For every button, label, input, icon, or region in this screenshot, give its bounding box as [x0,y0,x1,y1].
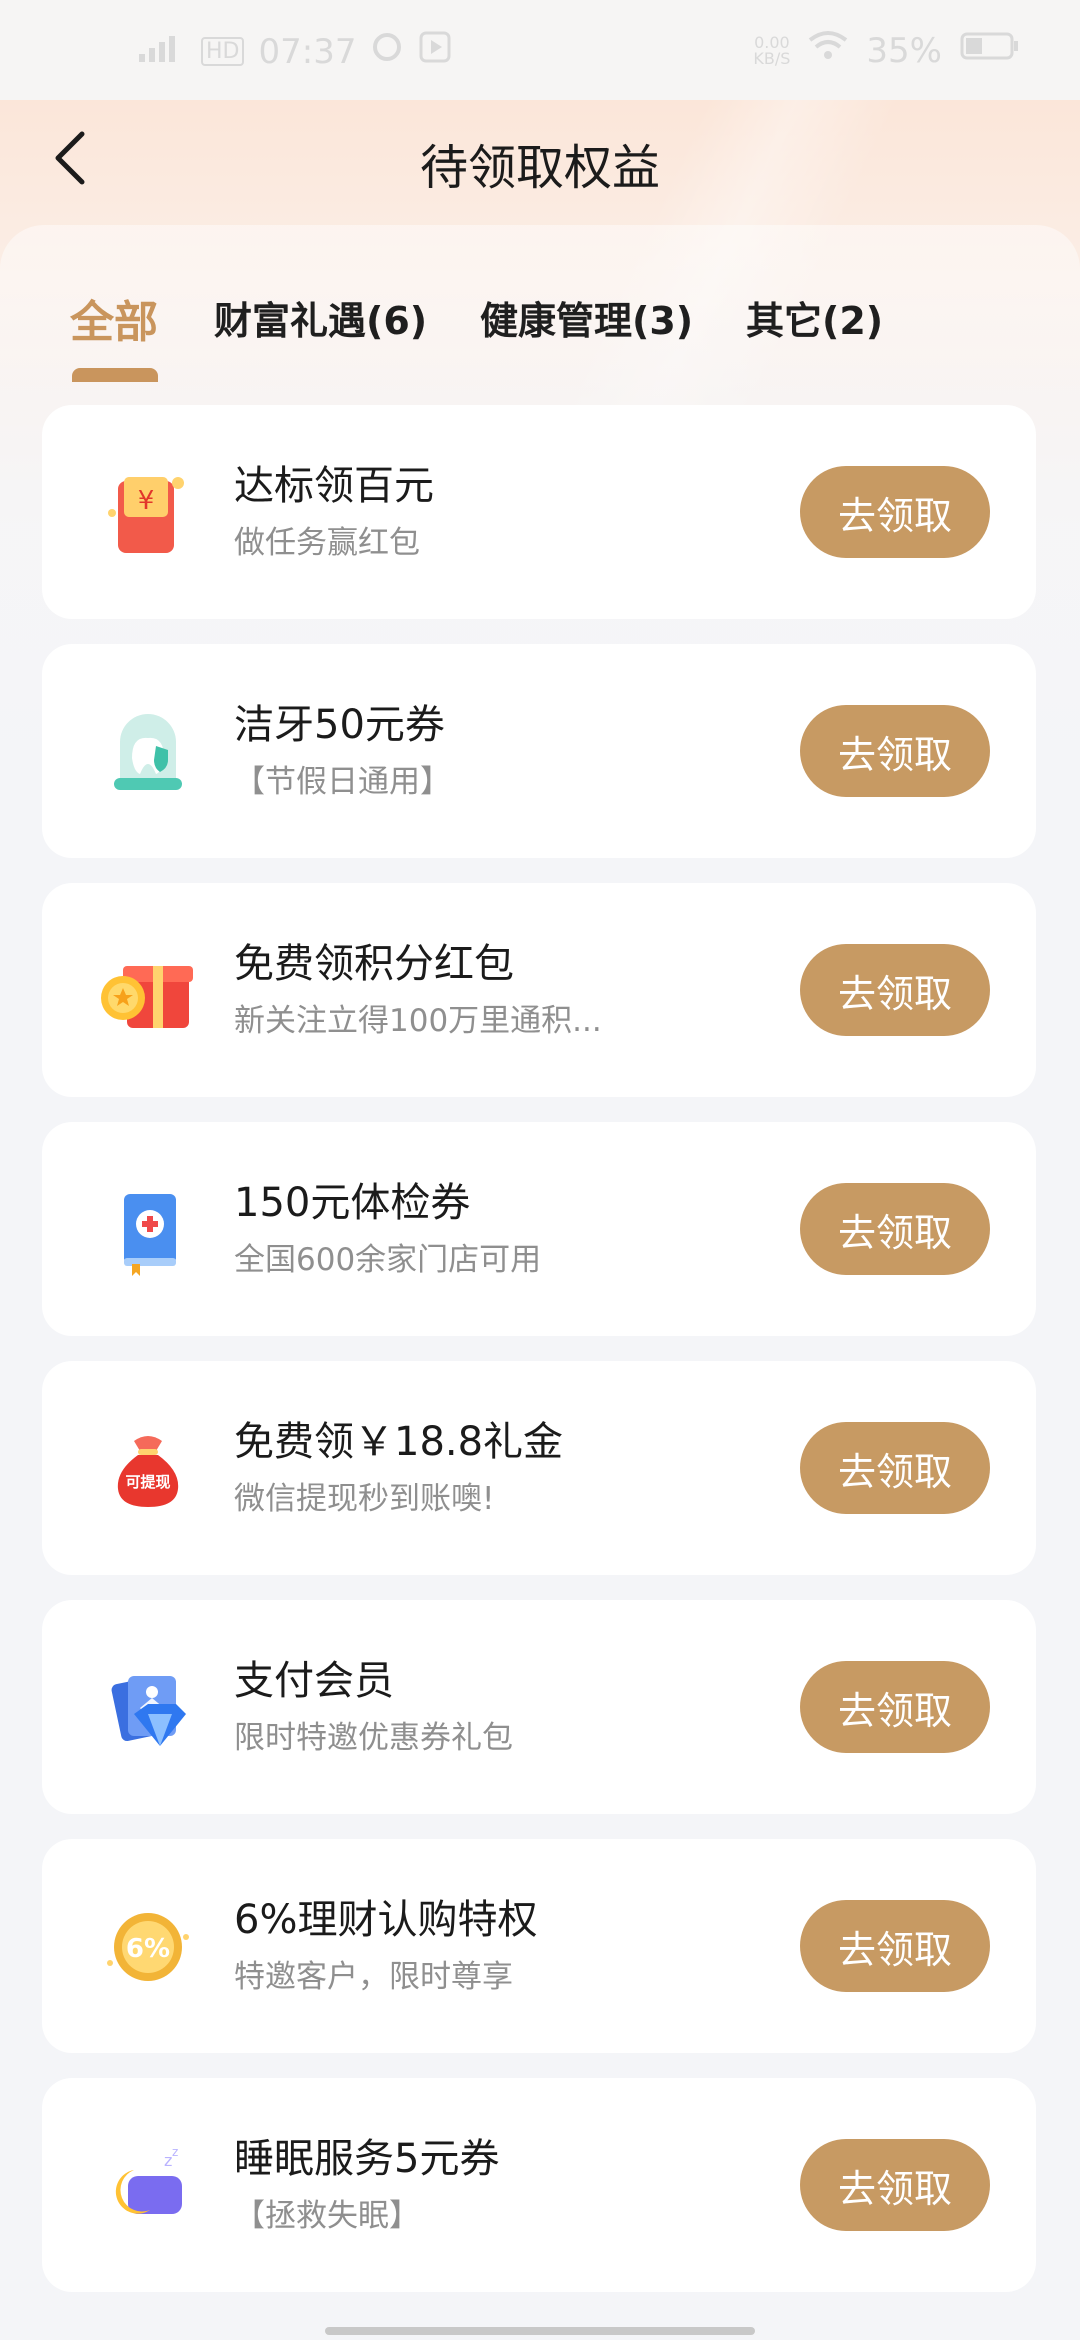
benefit-subtitle: 做任务赢红包 [234,525,420,561]
benefit-subtitle: 【拯救失眠】 [234,2198,420,2234]
tab-bar: 全部 财富礼遇(6) 健康管理(3) 其它(2) [0,290,1080,385]
benefit-title: 洁牙50元券 [234,702,445,748]
play-icon [418,30,452,73]
money-bag-label: 可提现 [125,1473,170,1491]
benefit-card[interactable]: 150元体检券 全国600余家门店可用 去领取 [42,1122,1036,1336]
status-bar: HD 07:37 0.00 KB/S 35% [0,0,1080,100]
svg-text:¥: ¥ [138,486,155,516]
tooth-icon [90,694,206,810]
tab-health[interactable]: 健康管理(3) [480,290,693,345]
benefit-title: 达标领百元 [234,463,434,509]
benefit-subtitle: 微信提现秒到账噢! [234,1481,495,1517]
gift-box-icon [90,933,206,1049]
coin-label: 6% [126,1934,170,1964]
tab-wealth[interactable]: 财富礼遇(6) [214,290,427,345]
benefit-subtitle: 特邀客户，限时尊享 [234,1959,513,1995]
claim-button[interactable]: 去领取 [800,466,990,558]
signal-icon [135,30,187,73]
tab-indicator [72,368,158,382]
status-time: 07:37 [258,31,357,72]
battery-icon [960,30,1020,71]
benefit-card[interactable]: 6% 6%理财认购特权 特邀客户，限时尊享 去领取 [42,1839,1036,2053]
tab-other[interactable]: 其它(2) [746,290,883,345]
sync-icon [370,30,404,73]
benefit-title: 免费领积分红包 [234,941,514,987]
money-bag-icon: 可提现 [90,1411,206,1527]
benefit-card[interactable]: ¥ 达标领百元 做任务赢红包 去领取 [42,405,1036,619]
claim-button[interactable]: 去领取 [800,705,990,797]
medical-book-icon [90,1172,206,1288]
claim-button[interactable]: 去领取 [800,1661,990,1753]
claim-button[interactable]: 去领取 [800,944,990,1036]
wifi-icon [808,30,848,71]
benefit-subtitle: 全国600余家门店可用 [234,1242,542,1278]
claim-button[interactable]: 去领取 [800,1183,990,1275]
network-speed: 0.00 KB/S [753,32,791,68]
benefit-subtitle: 新关注立得100万里通积... [234,1003,602,1039]
benefit-title: 免费领￥18.8礼金 [234,1419,564,1465]
benefit-card[interactable]: 洁牙50元券 【节假日通用】 去领取 [42,644,1036,858]
benefit-title: 6%理财认购特权 [234,1897,538,1943]
coin-icon: 6% [90,1889,206,2005]
benefit-title: 150元体检券 [234,1180,471,1226]
red-envelope-icon: ¥ [90,455,206,571]
claim-button[interactable]: 去领取 [800,1422,990,1514]
battery-percent: 35% [866,30,942,71]
hd-icon: HD [201,37,245,66]
page-title: 待领取权益 [419,140,660,196]
claim-button[interactable]: 去领取 [800,2139,990,2231]
benefit-card[interactable]: 可提现 免费领￥18.8礼金 微信提现秒到账噢! 去领取 [42,1361,1036,1575]
svg-text:z: z [172,2145,178,2159]
sleep-moon-icon: z z [90,2128,206,2244]
benefit-subtitle: 【节假日通用】 [234,764,451,800]
benefit-card[interactable]: z z 睡眠服务5元券 【拯救失眠】 去领取 [42,2078,1036,2292]
home-indicator[interactable] [325,2327,755,2335]
tab-all[interactable]: 全部 [70,286,158,350]
diamond-card-icon [90,1650,206,1766]
benefit-title: 支付会员 [234,1658,394,1704]
benefit-card[interactable]: 免费领积分红包 新关注立得100万里通积... 去领取 [42,883,1036,1097]
benefit-title: 睡眠服务5元券 [234,2136,500,2182]
benefit-subtitle: 限时特邀优惠券礼包 [234,1720,513,1756]
benefit-card[interactable]: 支付会员 限时特邀优惠券礼包 去领取 [42,1600,1036,1814]
claim-button[interactable]: 去领取 [800,1900,990,1992]
